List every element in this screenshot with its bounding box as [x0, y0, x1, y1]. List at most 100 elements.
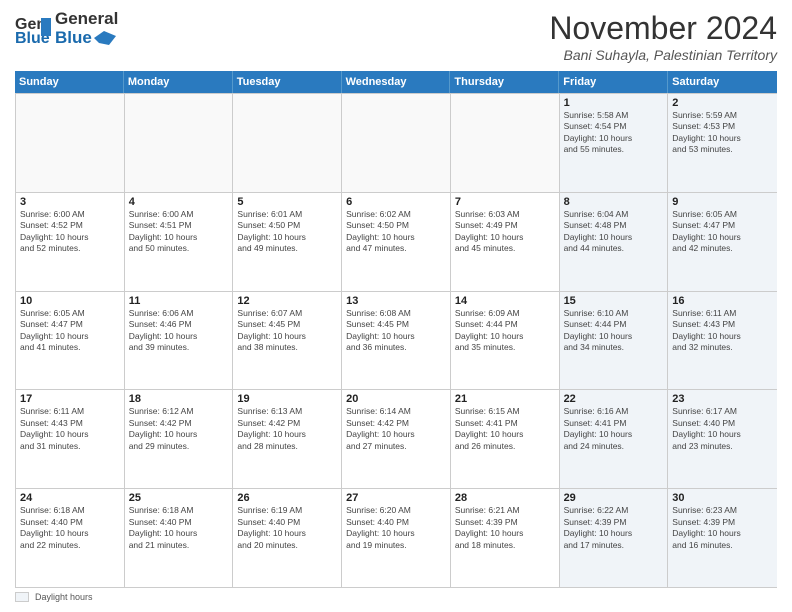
day-info-29: Sunrise: 6:22 AM Sunset: 4:39 PM Dayligh…: [564, 505, 664, 551]
day-number-16: 16: [672, 295, 773, 307]
day-info-14: Sunrise: 6:09 AM Sunset: 4:44 PM Dayligh…: [455, 308, 555, 354]
header-sunday: Sunday: [15, 71, 124, 93]
day-info-1: Sunrise: 5:58 AM Sunset: 4:54 PM Dayligh…: [564, 110, 664, 156]
day-info-21: Sunrise: 6:15 AM Sunset: 4:41 PM Dayligh…: [455, 406, 555, 452]
day-number-21: 21: [455, 393, 555, 405]
day-cell-27: 27Sunrise: 6:20 AM Sunset: 4:40 PM Dayli…: [342, 489, 451, 587]
day-info-24: Sunrise: 6:18 AM Sunset: 4:40 PM Dayligh…: [20, 505, 120, 551]
legend-label: Daylight hours: [35, 592, 93, 602]
week-row-3: 10Sunrise: 6:05 AM Sunset: 4:47 PM Dayli…: [16, 291, 777, 390]
day-info-15: Sunrise: 6:10 AM Sunset: 4:44 PM Dayligh…: [564, 308, 664, 354]
day-info-30: Sunrise: 6:23 AM Sunset: 4:39 PM Dayligh…: [672, 505, 773, 551]
day-number-7: 7: [455, 196, 555, 208]
location: Bani Suhayla, Palestinian Territory: [549, 47, 777, 63]
header: General Blue General Blue November 2024 …: [15, 10, 777, 63]
day-info-2: Sunrise: 5:59 AM Sunset: 4:53 PM Dayligh…: [672, 110, 773, 156]
day-info-6: Sunrise: 6:02 AM Sunset: 4:50 PM Dayligh…: [346, 209, 446, 255]
page: General Blue General Blue November 2024 …: [0, 0, 792, 612]
day-cell-14: 14Sunrise: 6:09 AM Sunset: 4:44 PM Dayli…: [451, 292, 560, 390]
day-number-8: 8: [564, 196, 664, 208]
day-number-19: 19: [237, 393, 337, 405]
day-cell-16: 16Sunrise: 6:11 AM Sunset: 4:43 PM Dayli…: [668, 292, 777, 390]
day-number-27: 27: [346, 492, 446, 504]
day-cell-11: 11Sunrise: 6:06 AM Sunset: 4:46 PM Dayli…: [125, 292, 234, 390]
day-number-17: 17: [20, 393, 120, 405]
day-cell-15: 15Sunrise: 6:10 AM Sunset: 4:44 PM Dayli…: [560, 292, 669, 390]
calendar: Sunday Monday Tuesday Wednesday Thursday…: [15, 71, 777, 588]
day-cell-22: 22Sunrise: 6:16 AM Sunset: 4:41 PM Dayli…: [560, 390, 669, 488]
day-info-27: Sunrise: 6:20 AM Sunset: 4:40 PM Dayligh…: [346, 505, 446, 551]
logo-blue: Blue: [55, 29, 92, 48]
day-info-17: Sunrise: 6:11 AM Sunset: 4:43 PM Dayligh…: [20, 406, 120, 452]
day-number-5: 5: [237, 196, 337, 208]
day-number-14: 14: [455, 295, 555, 307]
calendar-body: 1Sunrise: 5:58 AM Sunset: 4:54 PM Daylig…: [15, 93, 777, 588]
day-cell-12: 12Sunrise: 6:07 AM Sunset: 4:45 PM Dayli…: [233, 292, 342, 390]
day-info-22: Sunrise: 6:16 AM Sunset: 4:41 PM Dayligh…: [564, 406, 664, 452]
day-cell-8: 8Sunrise: 6:04 AM Sunset: 4:48 PM Daylig…: [560, 193, 669, 291]
day-number-2: 2: [672, 97, 773, 109]
day-cell-7: 7Sunrise: 6:03 AM Sunset: 4:49 PM Daylig…: [451, 193, 560, 291]
title-section: November 2024 Bani Suhayla, Palestinian …: [549, 10, 777, 63]
day-number-22: 22: [564, 393, 664, 405]
day-number-13: 13: [346, 295, 446, 307]
header-tuesday: Tuesday: [233, 71, 342, 93]
day-cell-23: 23Sunrise: 6:17 AM Sunset: 4:40 PM Dayli…: [668, 390, 777, 488]
day-number-10: 10: [20, 295, 120, 307]
day-info-20: Sunrise: 6:14 AM Sunset: 4:42 PM Dayligh…: [346, 406, 446, 452]
day-cell-24: 24Sunrise: 6:18 AM Sunset: 4:40 PM Dayli…: [16, 489, 125, 587]
day-cell-25: 25Sunrise: 6:18 AM Sunset: 4:40 PM Dayli…: [125, 489, 234, 587]
header-monday: Monday: [124, 71, 233, 93]
day-cell-26: 26Sunrise: 6:19 AM Sunset: 4:40 PM Dayli…: [233, 489, 342, 587]
month-title: November 2024: [549, 10, 777, 47]
day-cell-3: 3Sunrise: 6:00 AM Sunset: 4:52 PM Daylig…: [16, 193, 125, 291]
day-info-8: Sunrise: 6:04 AM Sunset: 4:48 PM Dayligh…: [564, 209, 664, 255]
day-info-26: Sunrise: 6:19 AM Sunset: 4:40 PM Dayligh…: [237, 505, 337, 551]
logo-icon: General Blue: [15, 11, 51, 47]
day-number-25: 25: [129, 492, 229, 504]
week-row-4: 17Sunrise: 6:11 AM Sunset: 4:43 PM Dayli…: [16, 389, 777, 488]
day-cell-21: 21Sunrise: 6:15 AM Sunset: 4:41 PM Dayli…: [451, 390, 560, 488]
logo-general: General: [55, 10, 118, 29]
day-cell-29: 29Sunrise: 6:22 AM Sunset: 4:39 PM Dayli…: [560, 489, 669, 587]
day-info-9: Sunrise: 6:05 AM Sunset: 4:47 PM Dayligh…: [672, 209, 773, 255]
legend-box: [15, 592, 29, 602]
day-info-3: Sunrise: 6:00 AM Sunset: 4:52 PM Dayligh…: [20, 209, 120, 255]
day-info-28: Sunrise: 6:21 AM Sunset: 4:39 PM Dayligh…: [455, 505, 555, 551]
week-row-1: 1Sunrise: 5:58 AM Sunset: 4:54 PM Daylig…: [16, 93, 777, 192]
day-number-28: 28: [455, 492, 555, 504]
day-info-13: Sunrise: 6:08 AM Sunset: 4:45 PM Dayligh…: [346, 308, 446, 354]
day-number-15: 15: [564, 295, 664, 307]
day-cell-10: 10Sunrise: 6:05 AM Sunset: 4:47 PM Dayli…: [16, 292, 125, 390]
week-row-2: 3Sunrise: 6:00 AM Sunset: 4:52 PM Daylig…: [16, 192, 777, 291]
empty-cell-w0-c3: [342, 94, 451, 192]
day-info-7: Sunrise: 6:03 AM Sunset: 4:49 PM Dayligh…: [455, 209, 555, 255]
empty-cell-w0-c1: [125, 94, 234, 192]
day-info-11: Sunrise: 6:06 AM Sunset: 4:46 PM Dayligh…: [129, 308, 229, 354]
header-friday: Friday: [559, 71, 668, 93]
empty-cell-w0-c0: [16, 94, 125, 192]
day-info-19: Sunrise: 6:13 AM Sunset: 4:42 PM Dayligh…: [237, 406, 337, 452]
day-cell-2: 2Sunrise: 5:59 AM Sunset: 4:53 PM Daylig…: [668, 94, 777, 192]
empty-cell-w0-c2: [233, 94, 342, 192]
day-number-1: 1: [564, 97, 664, 109]
calendar-header: Sunday Monday Tuesday Wednesday Thursday…: [15, 71, 777, 93]
day-info-12: Sunrise: 6:07 AM Sunset: 4:45 PM Dayligh…: [237, 308, 337, 354]
day-number-26: 26: [237, 492, 337, 504]
day-number-12: 12: [237, 295, 337, 307]
day-number-20: 20: [346, 393, 446, 405]
day-cell-1: 1Sunrise: 5:58 AM Sunset: 4:54 PM Daylig…: [560, 94, 669, 192]
header-wednesday: Wednesday: [342, 71, 451, 93]
day-number-9: 9: [672, 196, 773, 208]
day-cell-19: 19Sunrise: 6:13 AM Sunset: 4:42 PM Dayli…: [233, 390, 342, 488]
header-saturday: Saturday: [668, 71, 777, 93]
day-info-18: Sunrise: 6:12 AM Sunset: 4:42 PM Dayligh…: [129, 406, 229, 452]
day-info-4: Sunrise: 6:00 AM Sunset: 4:51 PM Dayligh…: [129, 209, 229, 255]
day-cell-4: 4Sunrise: 6:00 AM Sunset: 4:51 PM Daylig…: [125, 193, 234, 291]
footer: Daylight hours: [15, 592, 777, 602]
day-number-6: 6: [346, 196, 446, 208]
day-cell-9: 9Sunrise: 6:05 AM Sunset: 4:47 PM Daylig…: [668, 193, 777, 291]
day-info-10: Sunrise: 6:05 AM Sunset: 4:47 PM Dayligh…: [20, 308, 120, 354]
week-row-5: 24Sunrise: 6:18 AM Sunset: 4:40 PM Dayli…: [16, 488, 777, 587]
day-number-23: 23: [672, 393, 773, 405]
